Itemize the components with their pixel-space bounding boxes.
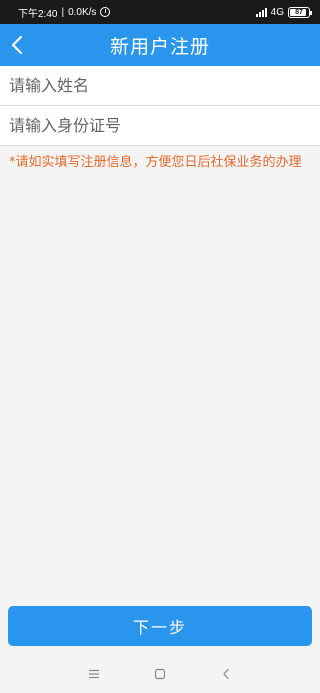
status-left: 下午2:40 | 0.0K/s — [18, 5, 111, 20]
status-time: 下午2:40 — [18, 8, 58, 20]
signal-icon — [255, 7, 267, 17]
name-input[interactable] — [9, 76, 309, 95]
page-title: 新用户注册 — [109, 35, 210, 58]
home-icon[interactable] — [152, 666, 168, 682]
status-network: 4G — [270, 6, 284, 18]
battery-level: 87 — [295, 8, 303, 16]
app-header: 新用户注册 — [0, 24, 320, 66]
registration-notice: *请如实填写注册信息，方便您日后社保业务的办理 — [9, 155, 302, 170]
system-nav-bar — [0, 655, 320, 693]
back-button[interactable] — [0, 24, 34, 66]
id-number-field-row — [0, 106, 320, 146]
status-bar: 下午2:40 | 0.0K/s 4G 87 — [0, 0, 320, 24]
status-right: 4G 87 — [255, 6, 312, 18]
status-divider: | — [61, 6, 65, 18]
status-net-speed: 0.0K/s — [68, 6, 97, 18]
chevron-left-icon — [11, 35, 23, 55]
menu-icon[interactable] — [86, 666, 102, 682]
id-number-input[interactable] — [9, 116, 309, 135]
next-step-button[interactable]: 下一步 — [8, 606, 312, 646]
back-icon[interactable] — [218, 666, 234, 682]
name-field-row — [0, 66, 320, 106]
battery-icon: 87 — [288, 6, 312, 18]
alarm-icon — [100, 7, 111, 17]
